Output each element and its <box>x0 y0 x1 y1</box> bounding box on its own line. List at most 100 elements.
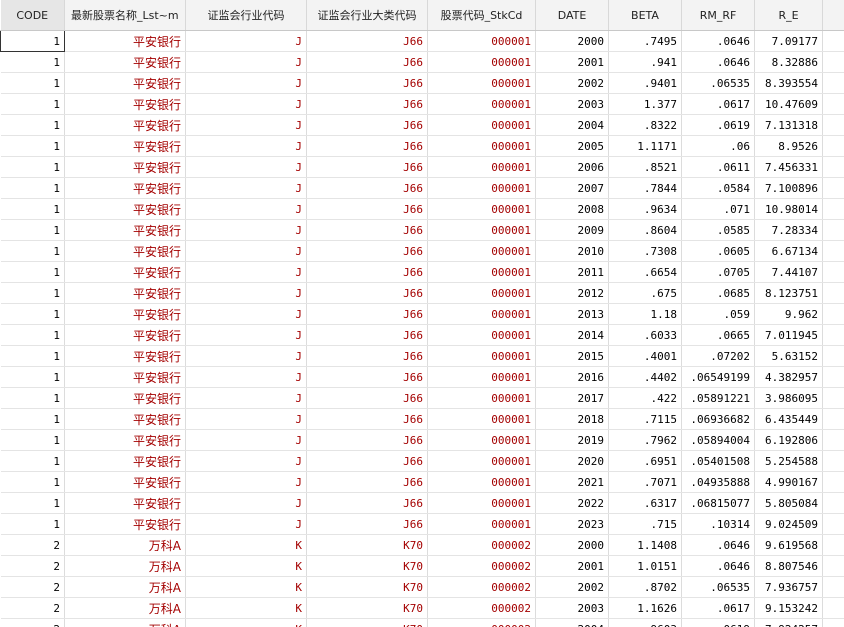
cell-beta[interactable]: .7962 <box>608 429 682 451</box>
cell-industry-code[interactable]: J <box>185 72 307 94</box>
cell-date[interactable]: 2019 <box>535 429 609 451</box>
cell-r-e[interactable]: 7.456331 <box>754 156 823 178</box>
cell-stock-code[interactable]: 000001 <box>427 114 536 136</box>
table-row[interactable]: 1 平安银行 J J66 000001 2010.7308.0605 6.67134 <box>0 240 844 262</box>
cell-r-e[interactable]: 6.67134 <box>754 240 823 262</box>
cell-date[interactable]: 2007 <box>535 177 609 199</box>
cell-date[interactable]: 2015 <box>535 345 609 367</box>
table-row[interactable]: 1 平安银行 J J66 000001 2006.8521.0611 7.456331 <box>0 156 844 178</box>
cell-date[interactable]: 2021 <box>535 471 609 493</box>
column-header-industry-code[interactable]: 证监会行业代码 <box>185 0 307 31</box>
table-row[interactable]: 1 平安银行 J J66 000001 2002.9401.06535 8.393554 <box>0 72 844 94</box>
cell-beta[interactable]: .6033 <box>608 324 682 346</box>
cell-code[interactable]: 2 <box>0 534 65 556</box>
cell-industry-major-code[interactable]: J66 <box>306 261 428 283</box>
cell-stock-code[interactable]: 000001 <box>427 513 536 535</box>
column-header-date[interactable]: DATE <box>535 0 609 31</box>
cell-industry-major-code[interactable]: J66 <box>306 282 428 304</box>
cell-stock-code[interactable]: 000001 <box>427 30 536 52</box>
cell-industry-code[interactable]: J <box>185 219 307 241</box>
cell-code[interactable]: 1 <box>0 156 65 178</box>
cell-name[interactable]: 平安银行 <box>64 72 186 94</box>
cell-r-e[interactable]: 7.131318 <box>754 114 823 136</box>
cell-industry-major-code[interactable]: K70 <box>306 534 428 556</box>
cell-code[interactable]: 2 <box>0 555 65 577</box>
cell-beta[interactable]: .941 <box>608 51 682 73</box>
column-header-r-e[interactable]: R_E <box>754 0 823 31</box>
cell-industry-major-code[interactable]: J66 <box>306 177 428 199</box>
table-row[interactable]: 2 万科A K K70 000002 2003 1.1626.0617 9.153242 <box>0 597 844 619</box>
cell-industry-major-code[interactable]: J66 <box>306 345 428 367</box>
cell-code[interactable]: 2 <box>0 576 65 598</box>
cell-stock-code[interactable]: 000002 <box>427 576 536 598</box>
cell-date[interactable]: 2005 <box>535 135 609 157</box>
cell-industry-major-code[interactable]: J66 <box>306 513 428 535</box>
cell-date[interactable]: 2022 <box>535 492 609 514</box>
cell-code[interactable]: 1 <box>0 492 65 514</box>
cell-industry-code[interactable]: J <box>185 345 307 367</box>
cell-code[interactable]: 1 <box>0 198 65 220</box>
cell-stock-code[interactable]: 000001 <box>427 156 536 178</box>
cell-r-e[interactable]: 9.024509 <box>754 513 823 535</box>
cell-beta[interactable]: .4001 <box>608 345 682 367</box>
cell-beta[interactable]: .6317 <box>608 492 682 514</box>
cell-r-e[interactable]: 10.47609 <box>754 93 823 115</box>
cell-rm-rf[interactable]: .0611 <box>681 156 755 178</box>
cell-name[interactable]: 万科A <box>64 555 186 577</box>
cell-date[interactable]: 2003 <box>535 93 609 115</box>
cell-industry-major-code[interactable]: J66 <box>306 72 428 94</box>
table-row[interactable]: 1 平安银行 J J66 000001 2019.7962.05894004 6.19280… <box>0 429 844 451</box>
cell-industry-code[interactable]: J <box>185 114 307 136</box>
cell-rm-rf[interactable]: .06 <box>681 135 755 157</box>
cell-date[interactable]: 2009 <box>535 219 609 241</box>
cell-date[interactable]: 2004 <box>535 618 609 627</box>
table-row[interactable]: 1 平安银行 J J66 000001 2014.6033.0665 7.011945 <box>0 324 844 346</box>
cell-date[interactable]: 2001 <box>535 555 609 577</box>
cell-r-e[interactable]: 4.382957 <box>754 366 823 388</box>
cell-name[interactable]: 平安银行 <box>64 408 186 430</box>
table-row[interactable]: 1 平安银行 J J66 000001 2017.422.05891221 3.986095 <box>0 387 844 409</box>
cell-code[interactable]: 1 <box>0 450 65 472</box>
cell-industry-code[interactable]: K <box>185 534 307 556</box>
cell-industry-major-code[interactable]: J66 <box>306 387 428 409</box>
cell-rm-rf[interactable]: .0619 <box>681 114 755 136</box>
cell-code[interactable]: 1 <box>0 135 65 157</box>
table-row[interactable]: 1 平安银行 J J66 000001 2008.9634.071 10.98014 <box>0 198 844 220</box>
table-row[interactable]: 2万科AKK700000022004.9603.06197.924257 <box>0 618 844 627</box>
cell-industry-code[interactable]: J <box>185 450 307 472</box>
cell-beta[interactable]: .7071 <box>608 471 682 493</box>
cell-beta[interactable]: .8322 <box>608 114 682 136</box>
cell-stock-code[interactable]: 000002 <box>427 534 536 556</box>
cell-rm-rf[interactable]: .071 <box>681 198 755 220</box>
table-row[interactable]: 1 平安银行 J J66 000001 2013 1.18.059 9.962 <box>0 303 844 325</box>
cell-code[interactable]: 1 <box>0 51 65 73</box>
table-row[interactable]: 1 平安银行 J J66 000001 2020.6951.05401508 5.25458… <box>0 450 844 472</box>
cell-beta[interactable]: .9401 <box>608 72 682 94</box>
cell-industry-major-code[interactable]: J66 <box>306 219 428 241</box>
table-row[interactable]: 2 万科A K K70 000002 2002.8702.06535 7.936757 <box>0 576 844 598</box>
cell-industry-code[interactable]: J <box>185 366 307 388</box>
cell-code[interactable]: 1 <box>0 387 65 409</box>
cell-beta[interactable]: 1.1171 <box>608 135 682 157</box>
cell-date[interactable]: 2011 <box>535 261 609 283</box>
cell-name[interactable]: 万科A <box>64 618 186 627</box>
cell-beta[interactable]: .422 <box>608 387 682 409</box>
cell-industry-major-code[interactable]: J66 <box>306 51 428 73</box>
cell-r-e[interactable]: 7.011945 <box>754 324 823 346</box>
cell-industry-code[interactable]: J <box>185 324 307 346</box>
cell-r-e[interactable]: 3.986095 <box>754 387 823 409</box>
cell-beta[interactable]: .9634 <box>608 198 682 220</box>
cell-r-e[interactable]: 9.962 <box>754 303 823 325</box>
cell-beta[interactable]: 1.18 <box>608 303 682 325</box>
cell-date[interactable]: 2006 <box>535 156 609 178</box>
cell-rm-rf[interactable]: .05891221 <box>681 387 755 409</box>
cell-r-e[interactable]: 6.435449 <box>754 408 823 430</box>
cell-name[interactable]: 平安银行 <box>64 282 186 304</box>
cell-industry-major-code[interactable]: J66 <box>306 135 428 157</box>
cell-industry-code[interactable]: J <box>185 156 307 178</box>
cell-stock-code[interactable]: 000001 <box>427 282 536 304</box>
cell-stock-code[interactable]: 000001 <box>427 93 536 115</box>
cell-code[interactable]: 1 <box>0 114 65 136</box>
cell-industry-major-code[interactable]: J66 <box>306 93 428 115</box>
cell-date[interactable]: 2014 <box>535 324 609 346</box>
